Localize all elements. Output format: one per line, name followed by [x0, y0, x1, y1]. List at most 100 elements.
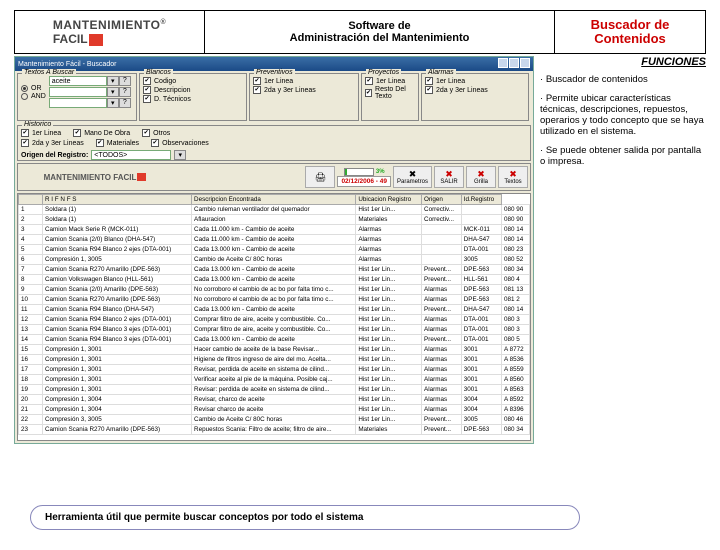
- search-go-icon[interactable]: ?: [119, 76, 131, 86]
- salir-button[interactable]: ✖SALIR: [434, 166, 464, 188]
- check-prev-1linea[interactable]: 1er Linea: [253, 77, 355, 85]
- banner-title: Buscador de Contenidos: [555, 11, 705, 53]
- search-go-icon[interactable]: ?: [119, 87, 131, 97]
- radio-and-label: AND: [31, 93, 46, 100]
- search-go-icon[interactable]: ?: [119, 98, 131, 108]
- check-hist-mano[interactable]: Mano De Obra: [73, 129, 130, 137]
- check-proy-1linea[interactable]: 1er Linea: [365, 77, 415, 85]
- checkbox-icon: [365, 77, 373, 85]
- check-alarm1-label: 1er Linea: [436, 78, 465, 85]
- check-proy1-label: 1er Linea: [376, 78, 405, 85]
- parametros-button[interactable]: ✖Parametros: [393, 166, 432, 188]
- table-row[interactable]: 10Camion Scania R270 Amarillo (DPE-563)N…: [19, 295, 530, 305]
- check-hist-1linea[interactable]: 1er Linea: [21, 129, 61, 137]
- minimize-icon[interactable]: [498, 58, 508, 68]
- table-row[interactable]: 6Compresión 1, 3005Cambio de Aceite C/ 8…: [19, 255, 530, 265]
- col-header[interactable]: R I F N F S: [43, 195, 192, 205]
- check-dtecnicos[interactable]: D. Técnicos: [143, 95, 243, 103]
- checkbox-icon: [143, 86, 151, 94]
- table-row[interactable]: 7Camion Scania R270 Amarillo (DPE-563)Ca…: [19, 265, 530, 275]
- search-input-3[interactable]: [49, 98, 107, 108]
- table-row[interactable]: 21Compresión 1, 3004Revisar charco de ac…: [19, 405, 530, 415]
- subtitle-line2: Administración del Mantenimiento: [290, 32, 470, 44]
- col-header[interactable]: Origen: [422, 195, 462, 205]
- parametros-label: Parametros: [397, 179, 428, 185]
- table-row[interactable]: 3Camion Mack Serie R (MCK-011)Cada 11.00…: [19, 225, 530, 235]
- dropdown-icon[interactable]: ▾: [174, 150, 186, 160]
- hist-c3-label: Otros: [153, 130, 170, 137]
- checkbox-icon: [21, 129, 29, 137]
- checkbox-icon: [21, 139, 29, 147]
- checkbox-icon: [143, 77, 151, 85]
- check-hist-materiales[interactable]: Materiales: [96, 139, 139, 147]
- grilla-button[interactable]: ✖Grilla: [466, 166, 496, 188]
- group-proyectos: Proyectos 1er Linea Resto Del Texto: [361, 73, 419, 121]
- check-codigo-label: Codigo: [154, 78, 176, 85]
- col-header[interactable]: Descripcion Encontrada: [192, 195, 356, 205]
- table-row[interactable]: 14Camion Scania R94 Blanco 3 ejes (DTA-0…: [19, 335, 530, 345]
- table-row[interactable]: 9Camion Scania (2/0) Amarillo (DPE-563)N…: [19, 285, 530, 295]
- table-row[interactable]: 20Compresión 1, 3004Revisar, charco de a…: [19, 395, 530, 405]
- results-table[interactable]: R I F N F SDescripcion EncontradaUbicaci…: [18, 194, 530, 435]
- footer-caption: Herramienta útil que permite buscar conc…: [30, 505, 580, 530]
- table-row[interactable]: 18Compresión 1, 3001Verificar aceite al …: [19, 375, 530, 385]
- logo-swatch-icon: [89, 34, 103, 46]
- check-descripcion[interactable]: Descripcion: [143, 86, 243, 94]
- table-row[interactable]: 13Camion Scania R94 Blanco 3 ejes (DTA-0…: [19, 325, 530, 335]
- check-prev-23linea[interactable]: 2da y 3er Lineas: [253, 86, 355, 94]
- table-row[interactable]: 5Camion Scania R94 Blanco 2 ejes (DTA-00…: [19, 245, 530, 255]
- check-alarm-23linea[interactable]: 2da y 3er Lineas: [425, 86, 525, 94]
- printer-icon: 🖨: [315, 173, 326, 182]
- textos-button[interactable]: ✖Textos: [498, 166, 528, 188]
- checkbox-icon: [143, 95, 151, 103]
- check-alarm-1linea[interactable]: 1er Linea: [425, 77, 525, 85]
- window-buttons[interactable]: [497, 58, 530, 70]
- origen-select[interactable]: <TODOS>: [91, 150, 171, 160]
- dropdown-icon[interactable]: ▾: [107, 87, 119, 97]
- group-textos-buscar: Textos A Buscar OR AND aceite▾? ▾? ▾?: [17, 73, 137, 121]
- close-icon[interactable]: [520, 58, 530, 68]
- legend-search: Textos A Buscar: [22, 69, 76, 76]
- dropdown-icon[interactable]: ▾: [107, 98, 119, 108]
- table-row[interactable]: 23Camion Scania R270 Amarillo (DPE-563)R…: [19, 425, 530, 435]
- side-p3: Se puede obtener salida por pantalla o i…: [540, 145, 706, 167]
- check-hist-otros[interactable]: Otros: [142, 129, 170, 137]
- col-header[interactable]: Ubicacion Registro: [356, 195, 422, 205]
- hist-c5-label: Materiales: [107, 140, 139, 147]
- checkbox-icon: [253, 86, 261, 94]
- table-row[interactable]: 15Compresión 1, 3001Hacer cambio de acei…: [19, 345, 530, 355]
- table-row[interactable]: 16Compresión 1, 3001Higiene de filtros i…: [19, 355, 530, 365]
- dropdown-icon[interactable]: ▾: [107, 76, 119, 86]
- group-blancos: Blancos Codigo Descripcion D. Técnicos: [139, 73, 247, 121]
- group-preventivos: Preventivos 1er Linea 2da y 3er Lineas: [249, 73, 359, 121]
- table-row[interactable]: 4Camion Scania (2/0) Blanco (DHA-547)Cad…: [19, 235, 530, 245]
- checkbox-icon: [96, 139, 104, 147]
- check-alarm2-label: 2da y 3er Lineas: [436, 87, 488, 94]
- grid-icon: ✖: [477, 170, 485, 179]
- search-input-1[interactable]: aceite: [49, 76, 107, 86]
- table-row[interactable]: 22Compresión 3, 3005Cambio de Aceite C/ …: [19, 415, 530, 425]
- col-header[interactable]: Id.Registro: [461, 195, 501, 205]
- check-dtec-label: D. Técnicos: [154, 96, 191, 103]
- table-row[interactable]: 1Soldara (1)Cambio ruleman ventilador de…: [19, 205, 530, 215]
- check-codigo[interactable]: Codigo: [143, 77, 243, 85]
- check-hist-observ[interactable]: Observaciones: [151, 139, 209, 147]
- table-row[interactable]: 8Camion Volkswagen Blanco (HLL-561)Cada …: [19, 275, 530, 285]
- checkbox-icon: [73, 129, 81, 137]
- check-hist-23linea[interactable]: 2da y 3er Lineas: [21, 139, 84, 147]
- logo-swatch-icon: [137, 173, 146, 181]
- legend-historico: Historico: [22, 121, 53, 128]
- table-row[interactable]: 17Compresión 1, 3001Revisar, perdida de …: [19, 365, 530, 375]
- banner-subtitle: Software de Administración del Mantenimi…: [205, 11, 555, 53]
- maximize-icon[interactable]: [509, 58, 519, 68]
- table-row[interactable]: 19Compresión 1, 3001Revisar: perdida de …: [19, 385, 530, 395]
- table-row[interactable]: 11Camion Scania R94 Blanco (DHA-547)Cada…: [19, 305, 530, 315]
- table-row[interactable]: 12Camion Scania R94 Blanco 2 ejes (DTA-0…: [19, 315, 530, 325]
- check-proy-resto[interactable]: Resto Del Texto: [365, 86, 415, 100]
- radio-and[interactable]: AND: [21, 93, 46, 100]
- search-input-2[interactable]: [49, 87, 107, 97]
- print-button[interactable]: 🖨: [305, 166, 335, 188]
- salir-label: SALIR: [440, 179, 457, 185]
- table-row[interactable]: 2Soldara (1)AflauracionMaterialesCorrect…: [19, 215, 530, 225]
- radio-or[interactable]: OR: [21, 85, 46, 92]
